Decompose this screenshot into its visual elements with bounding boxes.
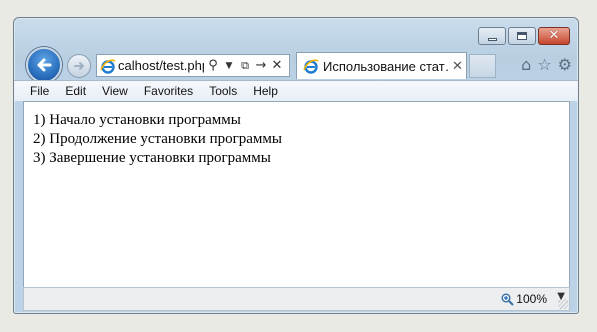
- menu-favorites[interactable]: Favorites: [136, 84, 201, 98]
- tab-active[interactable]: Использование стат… ✕: [296, 52, 467, 79]
- maximize-icon: [517, 32, 527, 40]
- zoom-control[interactable]: 100%: [501, 292, 547, 306]
- back-button[interactable]: [26, 47, 62, 83]
- ie-page-icon: [100, 58, 116, 74]
- resize-grip-icon[interactable]: [558, 299, 568, 309]
- caption-buttons: ✕: [478, 27, 570, 45]
- menu-bar: File Edit View Favorites Tools Help: [14, 80, 578, 101]
- close-icon: ✕: [548, 28, 560, 43]
- maximize-button[interactable]: [508, 27, 536, 45]
- menu-view[interactable]: View: [94, 84, 136, 98]
- compat-view-icon[interactable]: ⧉: [238, 59, 252, 73]
- command-icons: ⌂ ☆ ⚙: [521, 55, 572, 74]
- status-bar: 100% ▼: [23, 287, 570, 311]
- address-bar[interactable]: calhost/test.php ⚲ ▼ ⧉ → ✕: [96, 54, 290, 77]
- search-icon[interactable]: ⚲: [206, 58, 220, 73]
- content-line: 1) Начало установки программы: [33, 112, 241, 128]
- favorites-star-icon[interactable]: ☆: [537, 55, 551, 74]
- tab-close-icon[interactable]: ✕: [452, 59, 463, 74]
- stop-icon[interactable]: ✕: [270, 58, 284, 73]
- settings-gear-icon[interactable]: ⚙: [558, 55, 572, 74]
- forward-button[interactable]: [67, 54, 91, 78]
- zoom-level: 100%: [516, 292, 547, 306]
- tab-title: Использование стат…: [323, 58, 448, 74]
- minimize-button[interactable]: [478, 27, 506, 45]
- home-icon[interactable]: ⌂: [521, 55, 531, 74]
- address-input[interactable]: calhost/test.php: [118, 58, 204, 73]
- browser-window: ✕ calhost/test.php ⚲ ▼ ⧉ → ✕ Использован…: [13, 17, 579, 314]
- minimize-icon: [487, 37, 497, 41]
- menu-tools[interactable]: Tools: [201, 84, 245, 98]
- menu-file[interactable]: File: [22, 84, 57, 98]
- menu-help[interactable]: Help: [245, 84, 286, 98]
- content-line: 3) Завершение установки программы: [33, 150, 271, 166]
- dropdown-icon[interactable]: ▼: [222, 61, 236, 71]
- menu-edit[interactable]: Edit: [57, 84, 94, 98]
- zoom-icon: [501, 293, 515, 306]
- forward-arrow-icon: [74, 62, 85, 70]
- close-button[interactable]: ✕: [538, 27, 570, 45]
- ie-tab-icon: [303, 59, 319, 74]
- page-content: 1) Начало установки программы 2) Продолж…: [23, 101, 570, 287]
- content-line: 2) Продолжение установки программы: [33, 131, 282, 147]
- go-icon[interactable]: →: [254, 58, 268, 73]
- back-arrow-icon: [37, 58, 52, 72]
- new-tab-button[interactable]: [469, 54, 496, 78]
